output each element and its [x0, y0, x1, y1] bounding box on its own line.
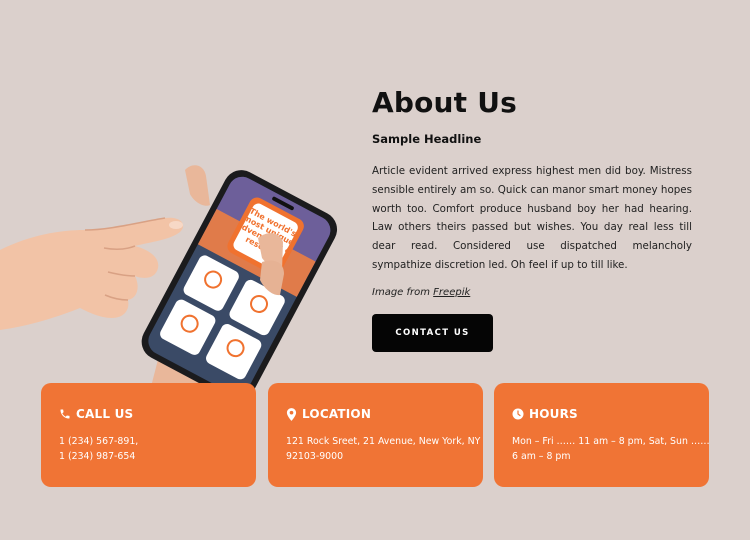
hours-title: HOURS	[512, 406, 691, 422]
hours-label: HOURS	[529, 407, 578, 421]
location-title: LOCATION	[286, 406, 465, 422]
hands-holding-phone-image: The world's most unique adventures & res…	[0, 165, 338, 390]
hours-line-2: 6 am – 8 pm	[512, 451, 571, 462]
sample-headline: Sample Headline	[372, 132, 482, 146]
call-us-details: 1 (234) 567-891, 1 (234) 987-654	[59, 434, 238, 464]
phone-number-2[interactable]: 1 (234) 987-654	[59, 449, 238, 464]
phone-number-1[interactable]: 1 (234) 567-891,	[59, 434, 238, 449]
address-line-1: 121 Rock Sreet, 21 Avenue, New York, NY	[286, 436, 481, 447]
contact-us-button[interactable]: CONTACT US	[372, 313, 493, 352]
call-us-card: CALL US 1 (234) 567-891, 1 (234) 987-654	[41, 383, 256, 487]
location-details: 121 Rock Sreet, 21 Avenue, New York, NY …	[286, 434, 481, 464]
about-section: About Us Sample Headline Article evident…	[372, 84, 692, 352]
hours-details: Mon – Fri …… 11 am – 8 pm, Sat, Sun …… 6…	[512, 434, 710, 464]
image-credit-prefix: Image from	[372, 286, 434, 298]
freepik-link[interactable]: Freepik	[433, 287, 470, 298]
hours-line-1: Mon – Fri …… 11 am – 8 pm, Sat, Sun ……	[512, 436, 710, 447]
about-body-text: Article evident arrived express highest …	[372, 165, 692, 271]
location-label: LOCATION	[302, 407, 372, 421]
hero-illustration: The world's most unique adventures & res…	[0, 90, 360, 390]
map-pin-icon	[286, 407, 297, 421]
call-us-label: CALL US	[76, 407, 134, 421]
call-us-title: CALL US	[59, 406, 238, 422]
page-title: About Us	[372, 86, 518, 119]
image-credit: Image from Freepik	[372, 287, 692, 298]
phone-icon	[60, 409, 70, 419]
address-line-2: 92103-9000	[286, 451, 344, 462]
location-card: LOCATION 121 Rock Sreet, 21 Avenue, New …	[268, 383, 483, 487]
clock-icon	[512, 408, 524, 420]
hours-card: HOURS Mon – Fri …… 11 am – 8 pm, Sat, Su…	[494, 383, 710, 487]
